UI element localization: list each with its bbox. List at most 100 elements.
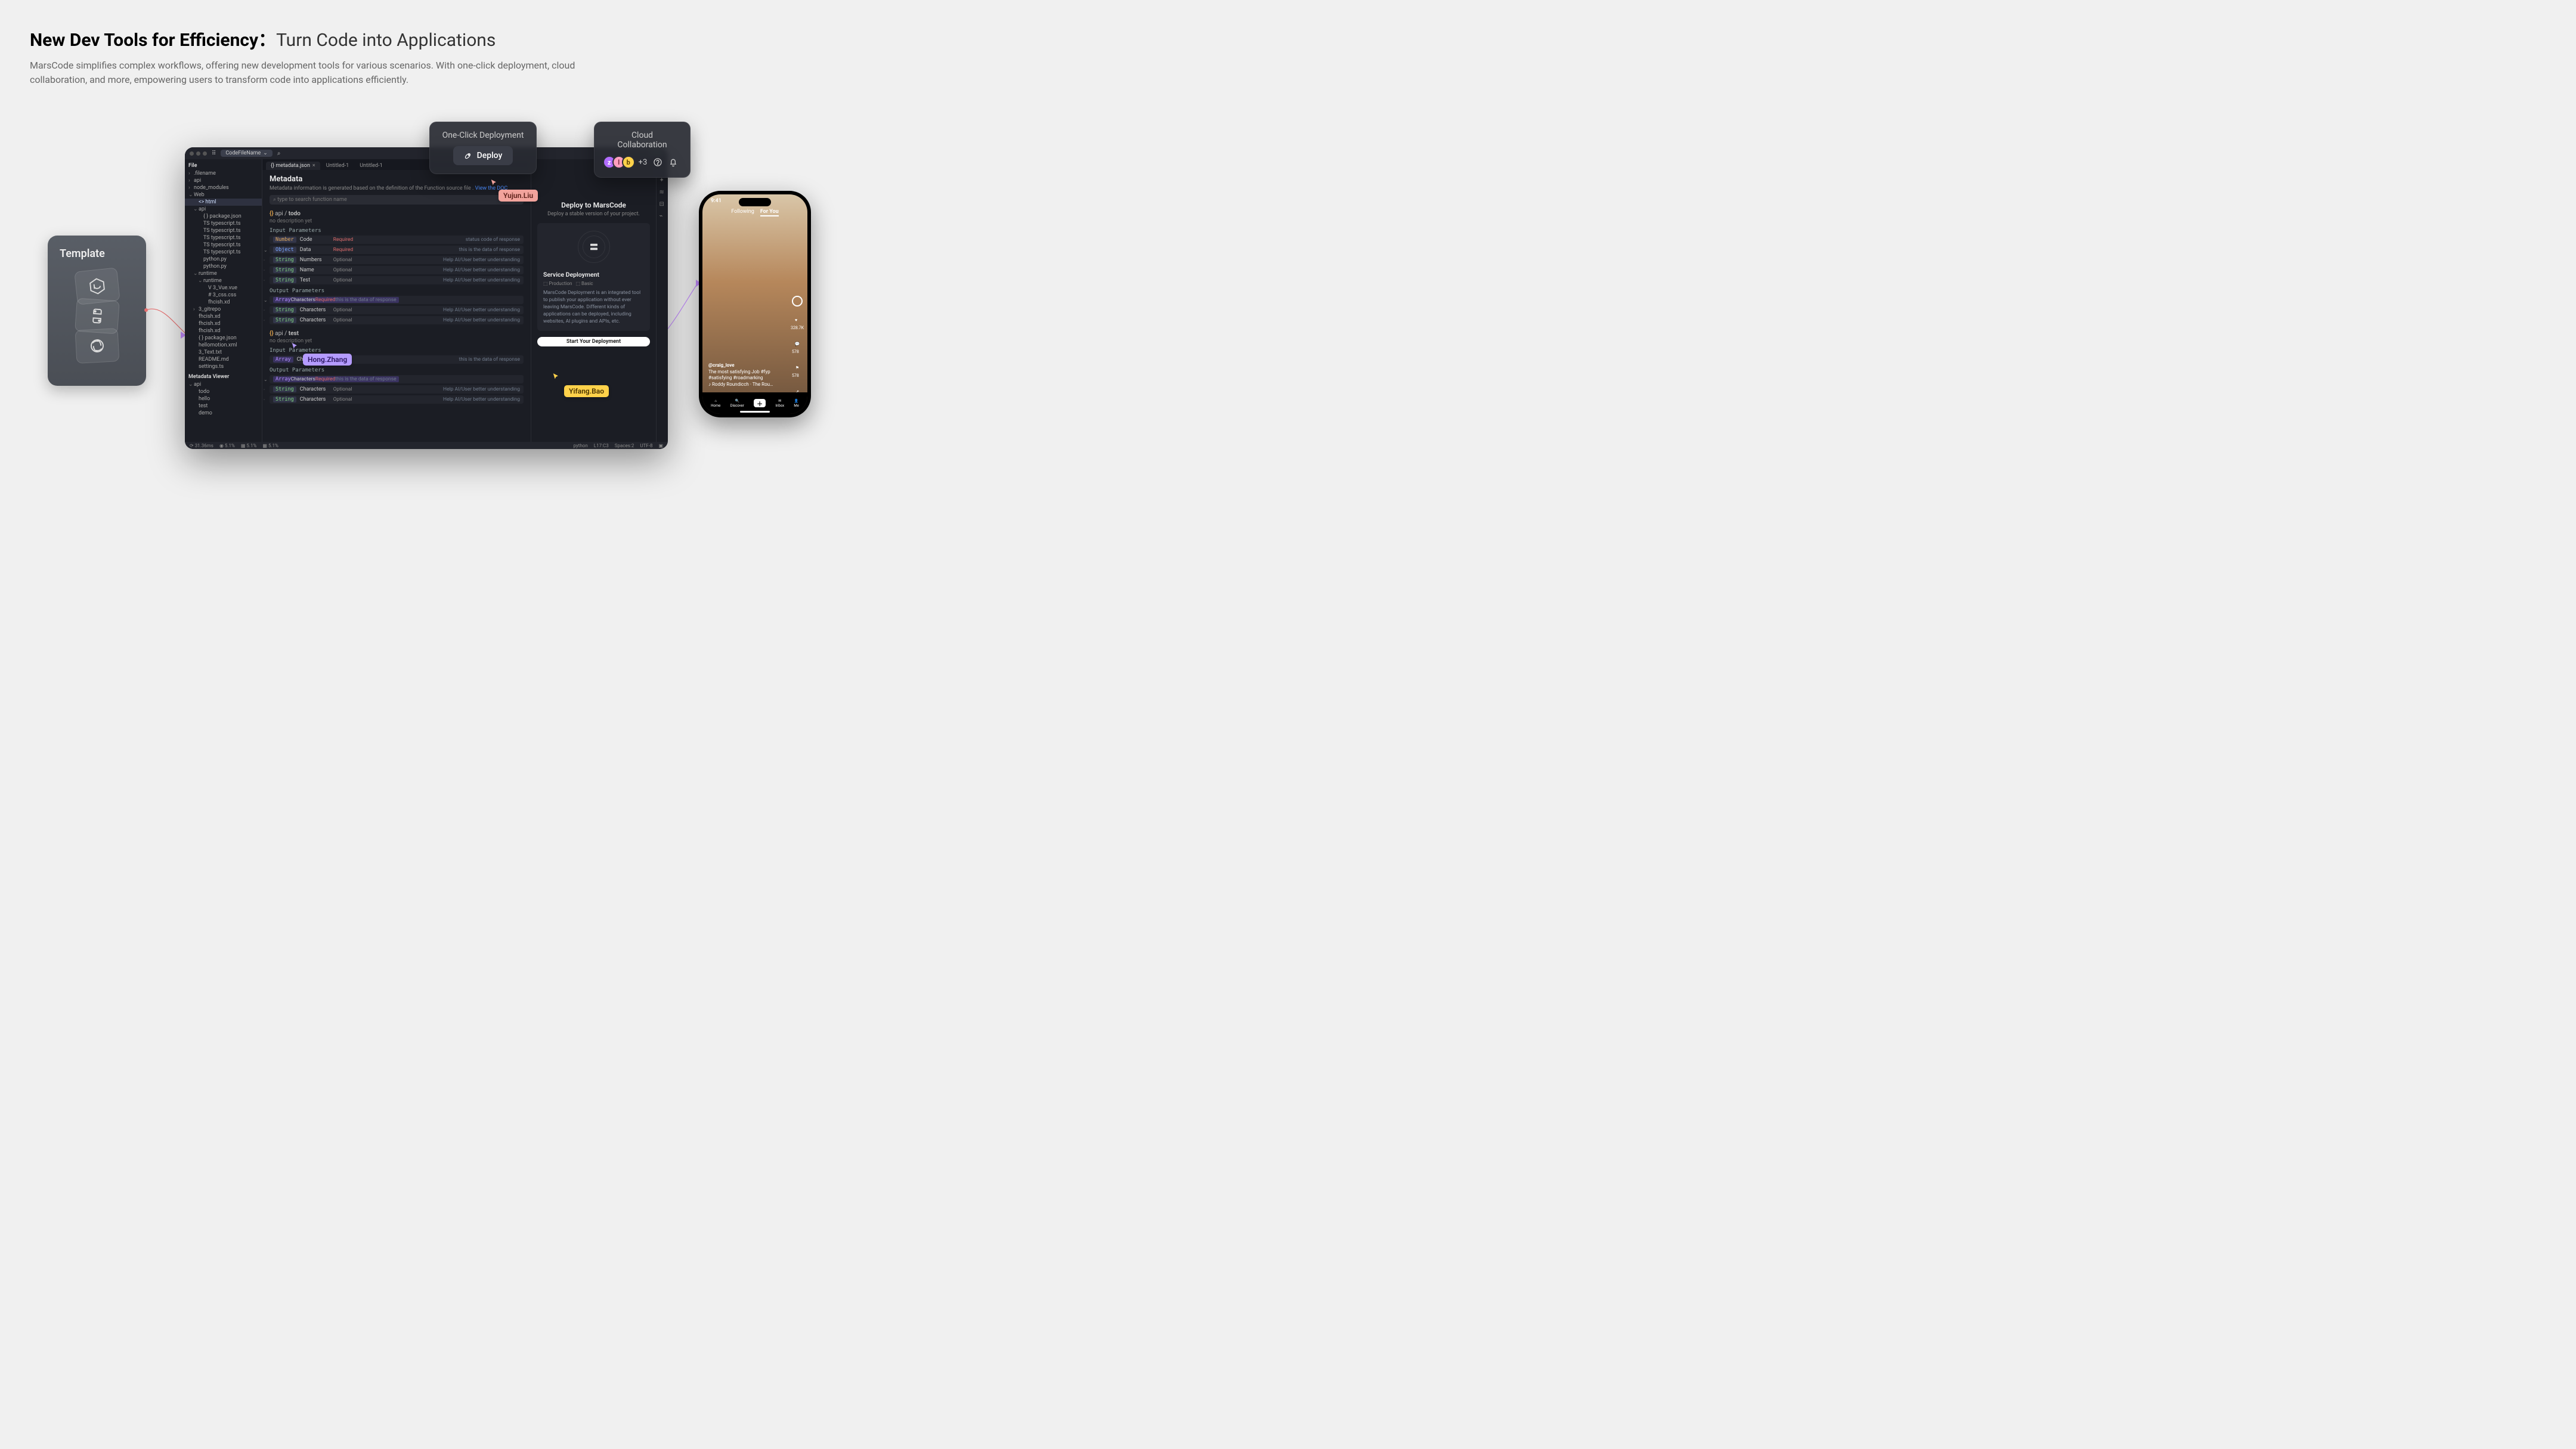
tree-row[interactable]: { } package.json bbox=[185, 335, 262, 342]
tree-row[interactable]: python.py bbox=[185, 263, 262, 270]
openai-icon bbox=[75, 328, 119, 364]
close-icon[interactable]: × bbox=[312, 163, 315, 169]
gutter-icon[interactable]: ⊟ bbox=[660, 201, 665, 207]
bookmark-count: 578 bbox=[792, 373, 803, 378]
tree-row[interactable]: TS typescript.ts bbox=[185, 249, 262, 256]
fullscreen-icon[interactable]: ▣ bbox=[658, 443, 663, 448]
home-indicator bbox=[740, 411, 770, 413]
tab-discover[interactable]: 🔍Discover bbox=[730, 399, 744, 408]
output-params-label: Output Parameters bbox=[270, 367, 524, 373]
tree-row[interactable]: hello bbox=[185, 395, 262, 402]
tree-row[interactable]: ›.filename bbox=[185, 170, 262, 177]
gutter-icon[interactable]: ✦ bbox=[660, 177, 665, 183]
tree-row[interactable]: { } package.json bbox=[185, 213, 262, 220]
status-indent[interactable]: Spaces:2 bbox=[615, 443, 634, 448]
param-row[interactable]: ·StringCharactersOptionalHelp AI/User be… bbox=[270, 385, 524, 394]
tree-row[interactable]: # 3_css.css bbox=[185, 292, 262, 299]
status-mem: ▦ 5.1% bbox=[241, 443, 257, 448]
tree-row[interactable]: hellomotion.xml bbox=[185, 342, 262, 349]
comment-icon[interactable]: 💬 bbox=[792, 339, 803, 349]
tree-row[interactable]: fhcish.xd bbox=[185, 299, 262, 306]
page-title: New Dev Tools for Efficiency：Turn Code i… bbox=[30, 30, 829, 51]
tree-row[interactable]: <> html bbox=[185, 199, 262, 206]
function-breadcrumb: {} api / test bbox=[270, 330, 524, 337]
tree-row[interactable]: ⌄runtime bbox=[185, 270, 262, 277]
param-row[interactable]: ·StringCharactersOptionalHelp AI/User be… bbox=[270, 306, 524, 314]
tree-row[interactable]: test bbox=[185, 402, 262, 410]
cursor-label-purple: Hong.Zhang bbox=[303, 354, 352, 366]
collab-avatars[interactable]: z l b bbox=[606, 156, 635, 169]
param-row[interactable]: ·StringNameOptionalHelp AI/User better u… bbox=[270, 266, 524, 274]
tree-row[interactable]: fhcish.xd bbox=[185, 320, 262, 327]
deploy-button[interactable]: Deploy bbox=[453, 146, 513, 165]
param-row[interactable]: ·StringNumbersOptionalHelp AI/User bette… bbox=[270, 256, 524, 264]
gutter-icon[interactable]: ≋ bbox=[660, 189, 665, 195]
param-row[interactable]: ⌄ObjectDataRequiredthis is the data of r… bbox=[270, 246, 524, 254]
avatar-ring[interactable] bbox=[792, 296, 803, 306]
heart-icon[interactable]: ♥ bbox=[791, 315, 801, 326]
tree-row[interactable]: TS typescript.ts bbox=[185, 220, 262, 227]
page-subtitle: MarsCode simplifies complex workflows, o… bbox=[30, 58, 614, 87]
tree-row[interactable]: ›api bbox=[185, 177, 262, 184]
bookmark-icon[interactable]: ⚑ bbox=[792, 363, 803, 373]
caption-user[interactable]: @craig_love bbox=[708, 363, 735, 368]
bell-icon[interactable] bbox=[668, 157, 678, 167]
avatar-overflow[interactable]: +3 bbox=[639, 158, 648, 167]
project-chip[interactable]: CodeFileName⌄ bbox=[221, 150, 273, 157]
function-block-todo: {} api / todo no description yet Input P… bbox=[270, 210, 524, 324]
help-icon[interactable] bbox=[653, 157, 662, 167]
tree-row[interactable]: 3_Text.txt bbox=[185, 349, 262, 356]
input-params-label: Input Parameters bbox=[270, 228, 524, 234]
service-deployment-body: MarsCode Deployment is an integrated too… bbox=[543, 290, 644, 325]
feed-tabs[interactable]: Following For You bbox=[702, 209, 807, 216]
status-encoding[interactable]: UTF-8 bbox=[640, 443, 652, 448]
tree-row[interactable]: python.py bbox=[185, 256, 262, 263]
rocket-icon bbox=[464, 151, 472, 160]
tab-home[interactable]: ⌂Home bbox=[711, 399, 720, 408]
tree-row[interactable]: TS typescript.ts bbox=[185, 234, 262, 242]
file-explorer[interactable]: File ›.filename›api›node_modules⌄Web<> h… bbox=[185, 159, 262, 442]
tree-row[interactable]: ›3_gitrepo bbox=[185, 306, 262, 313]
param-row[interactable]: ·StringCharactersOptionalHelp AI/User be… bbox=[270, 395, 524, 404]
tree-row[interactable]: ›node_modules bbox=[185, 184, 262, 191]
tab-me[interactable]: 👤Me bbox=[794, 399, 798, 408]
tree-row[interactable]: demo bbox=[185, 410, 262, 417]
window-controls[interactable] bbox=[190, 151, 207, 156]
start-deployment-button[interactable]: Start Your Deployment bbox=[537, 337, 650, 346]
metadata-subtext: Metadata information is generated based … bbox=[270, 185, 524, 191]
metadata-viewer-header: Metadata Viewer bbox=[185, 373, 262, 381]
tree-row[interactable]: TS typescript.ts bbox=[185, 227, 262, 234]
tree-row[interactable]: ⌄Web bbox=[185, 191, 262, 199]
right-gutter: ▢ ✦ ≋ ⊟ ⌁ bbox=[656, 159, 668, 442]
metadata-heading: Metadata bbox=[270, 175, 524, 184]
callout-title: Cloud Collaboration bbox=[606, 131, 678, 150]
tree-row[interactable]: ⌄api bbox=[185, 381, 262, 388]
status-lang[interactable]: python bbox=[574, 443, 588, 448]
tab-following[interactable]: Following bbox=[731, 209, 754, 216]
editor-tab[interactable]: {} metadata.json× bbox=[266, 162, 320, 170]
param-row[interactable]: ·StringCharactersOptionalHelp AI/User be… bbox=[270, 316, 524, 324]
param-row[interactable]: ⌄ArrayCharactersRequiredthis is the data… bbox=[270, 296, 524, 304]
tree-row[interactable]: fhcish.xd bbox=[185, 327, 262, 335]
param-row[interactable]: ·StringTestOptionalHelp AI/User better u… bbox=[270, 276, 524, 284]
editor-tab[interactable]: Untitled-1 bbox=[321, 162, 354, 170]
status-disk: ▦ 5.1% bbox=[262, 443, 278, 448]
tree-row[interactable]: README.md bbox=[185, 356, 262, 363]
search-ide-icon[interactable]: ⌕ bbox=[277, 150, 281, 157]
search-function-input[interactable]: ⌕ type to search function name bbox=[270, 195, 524, 205]
tab-create[interactable]: ＋ bbox=[754, 399, 766, 407]
tree-row[interactable]: todo bbox=[185, 388, 262, 395]
tab-inbox[interactable]: ✉Inbox bbox=[775, 399, 784, 408]
tree-row[interactable]: ⌄api bbox=[185, 206, 262, 213]
gutter-icon[interactable]: ⌁ bbox=[660, 213, 665, 219]
tree-row[interactable]: TS typescript.ts bbox=[185, 242, 262, 249]
tree-row[interactable]: fhcish.xd bbox=[185, 313, 262, 320]
tree-row[interactable]: ⌄runtime bbox=[185, 277, 262, 284]
tree-row[interactable]: settings.ts bbox=[185, 363, 262, 370]
editor-tab[interactable]: Untitled-1 bbox=[355, 162, 387, 170]
tab-for-you[interactable]: For You bbox=[760, 209, 779, 216]
param-row[interactable]: NumberCodeRequiredstatus code of respons… bbox=[270, 236, 524, 244]
param-row[interactable]: ⌄ArrayCharactersRequiredthis is the data… bbox=[270, 375, 524, 383]
tree-row[interactable]: V 3_Vue.vue bbox=[185, 284, 262, 292]
phone-time: 9:41 bbox=[711, 198, 722, 204]
